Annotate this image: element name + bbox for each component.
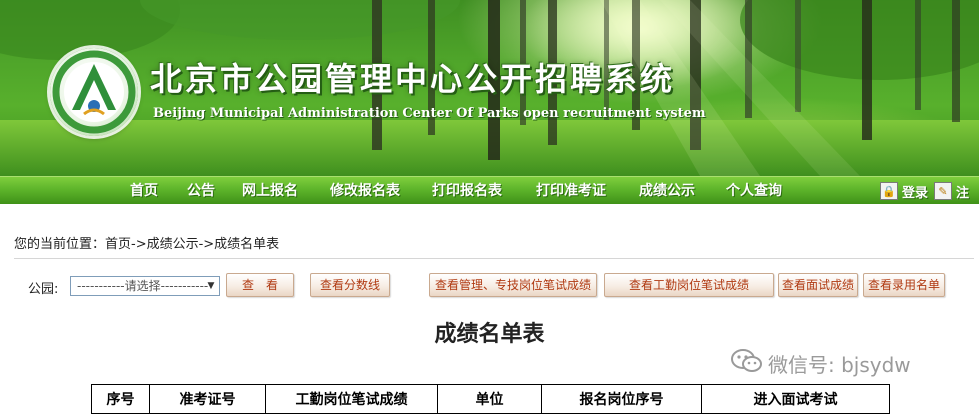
login-link[interactable]: 登录 — [902, 182, 928, 201]
view-button[interactable]: 查 看 — [226, 273, 294, 297]
logo-emblem-icon — [52, 50, 136, 134]
nav-item-online-registration[interactable]: 网上报名 — [242, 177, 330, 205]
nav-item-score-announcement[interactable]: 成绩公示 — [639, 177, 726, 205]
column-header-exam-ticket-number: 准考证号 — [149, 384, 266, 414]
park-center-logo — [50, 48, 138, 136]
column-header-index: 序号 — [91, 384, 150, 414]
watermark-text: 微信号: bjsydw — [768, 352, 911, 377]
column-header-position-number: 报名岗位序号 — [541, 384, 702, 414]
score-results-table: 序号 准考证号 工勤岗位笔试成绩 单位 报名岗位序号 进入面试考试 — [91, 384, 890, 414]
view-hired-list-button[interactable]: 查看录用名单 — [863, 273, 945, 297]
register-link[interactable]: 注 — [956, 182, 969, 201]
nav-menu: 首页 公告 网上报名 修改报名表 打印报名表 打印准考证 成绩公示 个人查询 — [130, 177, 806, 205]
site-subtitle: Beijing Municipal Administration Center … — [153, 106, 706, 121]
nav-item-home[interactable]: 首页 — [130, 177, 187, 205]
wechat-icon — [730, 348, 764, 379]
nav-item-announcements[interactable]: 公告 — [187, 177, 242, 205]
header-banner: 北京市公园管理中心公开招聘系统 Beijing Municipal Admini… — [0, 0, 979, 176]
chevron-down-icon[interactable]: ▼ — [203, 277, 219, 295]
main-navigation: 首页 公告 网上报名 修改报名表 打印报名表 打印准考证 成绩公示 个人查询 🔒… — [0, 176, 979, 204]
column-header-unit: 单位 — [437, 384, 542, 414]
park-select[interactable]: -----------请选择----------- ▼ — [70, 276, 220, 296]
pencil-icon[interactable]: ✎ — [934, 182, 953, 200]
breadcrumb: 您的当前位置：首页->成绩公示->成绩名单表 — [14, 232, 974, 259]
view-worker-written-scores-button[interactable]: 查看工勤岗位笔试成绩 — [604, 273, 774, 297]
wechat-watermark: 微信号: bjsydw — [730, 348, 911, 378]
page-title: 成绩名单表 — [434, 322, 545, 347]
column-header-worker-written-score: 工勤岗位笔试成绩 — [265, 384, 438, 414]
nav-item-edit-registration[interactable]: 修改报名表 — [330, 177, 432, 205]
view-score-line-button[interactable]: 查看分数线 — [310, 273, 390, 297]
lock-icon[interactable]: 🔒 — [880, 182, 898, 200]
column-header-enter-interview: 进入面试考试 — [701, 384, 890, 414]
table-header-row: 序号 准考证号 工勤岗位笔试成绩 单位 报名岗位序号 进入面试考试 — [91, 384, 890, 414]
site-title: 北京市公园管理中心公开招聘系统 — [150, 60, 676, 98]
nav-account-links: 🔒 登录 ✎ 注 — [880, 181, 975, 201]
view-interview-scores-button[interactable]: 查看面试成绩 — [778, 273, 858, 297]
park-select-value: -----------请选择----------- — [77, 279, 209, 293]
view-management-written-scores-button[interactable]: 查看管理、专技岗位笔试成绩 — [429, 273, 597, 297]
nav-item-print-admission-ticket[interactable]: 打印准考证 — [536, 177, 639, 205]
nav-item-print-registration[interactable]: 打印报名表 — [432, 177, 536, 205]
park-filter-label: 公园: — [28, 282, 59, 297]
nav-item-personal-query[interactable]: 个人查询 — [726, 177, 806, 205]
filter-toolbar: 公园: -----------请选择----------- ▼ 查 看 查看分数… — [0, 270, 979, 300]
